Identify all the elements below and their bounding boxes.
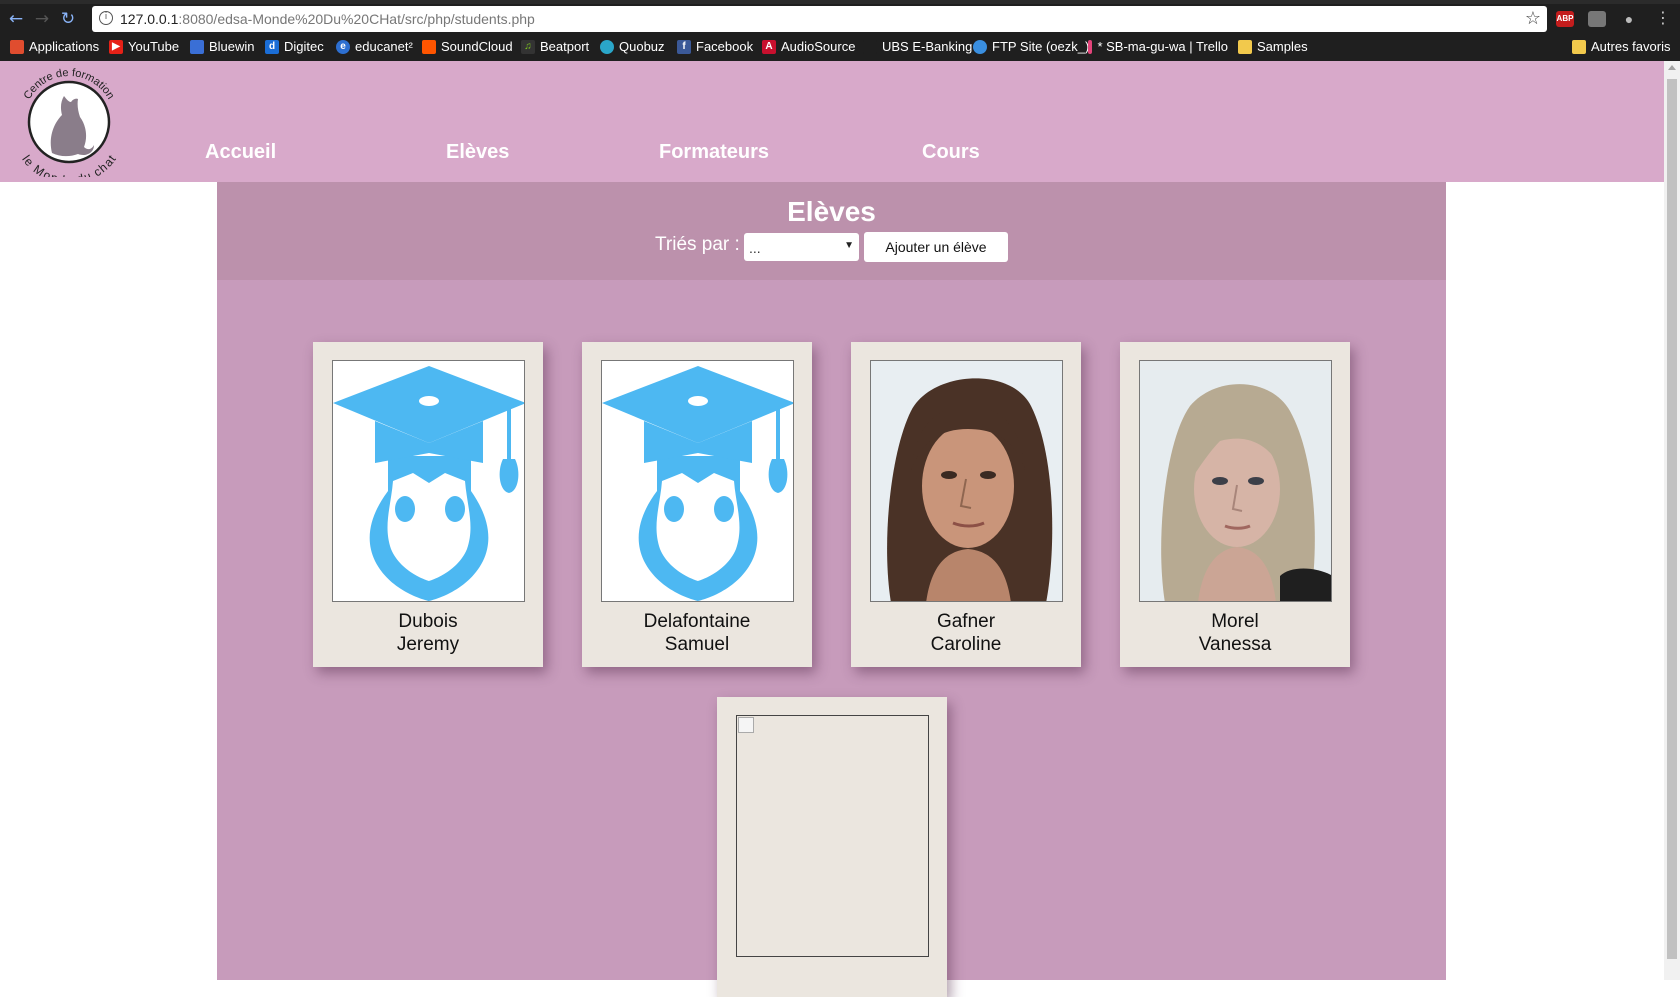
- student-last-name: Delafontaine: [643, 611, 751, 632]
- bookmark-ftp[interactable]: FTP Site (oezk_): [973, 39, 1089, 54]
- tab-strip: [0, 0, 1680, 4]
- info-icon[interactable]: i: [99, 11, 113, 25]
- student-name: Dubois Jeremy: [313, 610, 543, 656]
- folder-icon: [1572, 39, 1586, 54]
- student-card[interactable]: Gafner Caroline: [851, 342, 1081, 667]
- student-card[interactable]: Morel Vanessa: [1120, 342, 1350, 667]
- student-first-name: Samuel: [664, 634, 730, 655]
- digitec-icon: d: [265, 39, 279, 54]
- bookmark-facebook[interactable]: f Facebook: [677, 39, 753, 54]
- nav-formateurs[interactable]: Formateurs: [659, 141, 769, 164]
- bookmark-youtube[interactable]: ▶ YouTube: [109, 39, 179, 54]
- graduate-avatar-icon: [333, 361, 524, 601]
- student-card[interactable]: [717, 697, 947, 997]
- bookmark-qobuz[interactable]: Quobuz: [600, 39, 665, 54]
- bookmark-soundcloud[interactable]: SoundCloud: [422, 39, 513, 54]
- student-card[interactable]: Delafontaine Samuel: [582, 342, 812, 667]
- ubs-icon: [863, 39, 877, 54]
- ftp-icon: [973, 39, 987, 54]
- bluewin-icon: [190, 39, 204, 54]
- forward-icon[interactable]: →: [32, 9, 52, 29]
- sort-select-value: ...: [749, 240, 761, 256]
- bookmark-star-icon[interactable]: ☆: [1525, 8, 1541, 29]
- graduate-avatar-icon: [602, 361, 793, 601]
- address-bar[interactable]: i 127.0.0.1:8080/edsa-Monde%20Du%20CHat/…: [92, 6, 1547, 32]
- sort-label: Triés par :: [655, 234, 740, 255]
- student-card[interactable]: Dubois Jeremy: [313, 342, 543, 667]
- content-header: Elèves Triés par : ... ▼ Ajouter un élèv…: [217, 182, 1446, 280]
- reload-icon[interactable]: ↻: [58, 9, 78, 29]
- student-last-name: Dubois: [398, 611, 458, 632]
- student-last-name: Morel: [1211, 611, 1259, 632]
- student-photo: [332, 360, 525, 602]
- facebook-icon: f: [677, 39, 691, 54]
- student-photo-broken: [736, 715, 929, 957]
- bookmark-other-favorites[interactable]: Autres favoris: [1572, 39, 1670, 54]
- bookmark-samples[interactable]: Samples: [1238, 39, 1308, 54]
- bookmarks-bar: Applications ▶ YouTube Bluewin d Digitec e…: [0, 36, 1680, 60]
- url-host: 127.0.0.1: [120, 11, 179, 27]
- nav-accueil[interactable]: Accueil: [205, 141, 276, 164]
- student-name: Delafontaine Samuel: [582, 610, 812, 656]
- student-last-name: Gafner: [936, 611, 996, 632]
- student-name: Gafner Caroline: [851, 610, 1081, 656]
- broken-image-icon: [738, 717, 754, 733]
- bookmark-trello[interactable]: * SB-ma-gu-wa | Trello: [1088, 39, 1228, 54]
- bookmark-educanet[interactable]: e educanet²: [336, 39, 413, 54]
- main-content: Elèves Triés par : ... ▼ Ajouter un élèv…: [217, 182, 1446, 997]
- url-text[interactable]: 127.0.0.1:8080/edsa-Monde%20Du%20CHat/sr…: [120, 11, 535, 27]
- student-first-name: Caroline: [930, 634, 1002, 655]
- menu-dots-icon[interactable]: ⋮: [1655, 8, 1671, 27]
- bookmark-beatport[interactable]: ♫ Beatport: [521, 39, 589, 54]
- qobuz-icon: [600, 39, 614, 54]
- chevron-down-icon: ▼: [844, 240, 854, 251]
- back-icon[interactable]: ←: [6, 9, 26, 29]
- portrait-photo: [871, 361, 1062, 601]
- folder-icon: [1238, 39, 1252, 54]
- adblock-icon[interactable]: ABP: [1556, 11, 1574, 27]
- soundcloud-icon: [422, 39, 436, 54]
- nav-cours[interactable]: Cours: [922, 141, 980, 164]
- bookmark-ubs[interactable]: UBS E-Banking: [863, 39, 972, 54]
- student-first-name: Vanessa: [1198, 634, 1272, 655]
- extension-icon[interactable]: [1588, 11, 1606, 27]
- browser-toolbar: ← → ↻ i 127.0.0.1:8080/edsa-Monde%20Du%2…: [0, 0, 1680, 61]
- student-name: Morel Vanessa: [1120, 610, 1350, 656]
- scroll-up-icon[interactable]: [1668, 65, 1676, 70]
- apps-grid-icon: [10, 39, 24, 54]
- bookmark-bluewin[interactable]: Bluewin: [190, 39, 255, 54]
- add-student-button[interactable]: Ajouter un élève: [864, 232, 1008, 262]
- bookmark-digitec[interactable]: d Digitec: [265, 39, 324, 54]
- portrait-photo: [1140, 361, 1331, 601]
- bookmark-audiosource[interactable]: A AudioSource: [762, 39, 855, 54]
- scroll-thumb[interactable]: [1667, 79, 1677, 959]
- page-title: Elèves: [787, 196, 876, 227]
- vertical-scrollbar[interactable]: [1664, 61, 1680, 980]
- audiosource-icon: A: [762, 39, 776, 54]
- educanet-icon: e: [336, 39, 350, 54]
- youtube-icon: ▶: [109, 39, 123, 54]
- sort-select[interactable]: ... ▼: [744, 233, 859, 261]
- beatport-icon: ♫: [521, 39, 535, 54]
- student-first-name: Jeremy: [396, 634, 460, 655]
- cat-logo[interactable]: Centre de formation le Monde du chat: [14, 65, 124, 177]
- trello-icon: [1088, 39, 1093, 54]
- student-photo: [1139, 360, 1332, 602]
- nav-eleves[interactable]: Elèves: [446, 141, 509, 164]
- extension-ghost-icon[interactable]: ●: [1620, 11, 1638, 27]
- student-photo: [601, 360, 794, 602]
- student-photo: [870, 360, 1063, 602]
- bookmark-applications[interactable]: Applications: [10, 39, 99, 54]
- url-path: :8080/edsa-Monde%20Du%20CHat/src/php/stu…: [178, 11, 535, 27]
